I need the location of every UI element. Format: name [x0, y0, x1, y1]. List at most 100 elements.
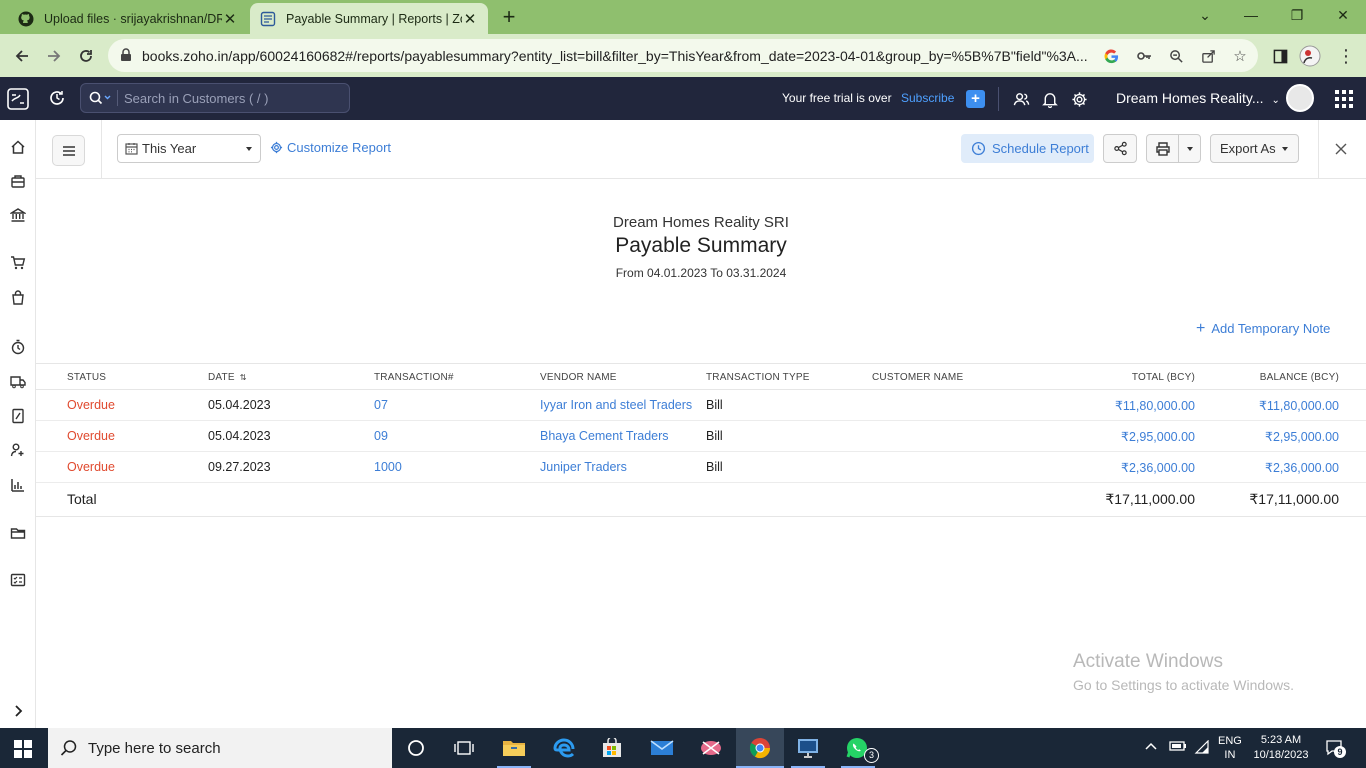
home-icon[interactable]: [8, 137, 28, 157]
activate-windows-watermark: Activate Windows Go to Settings to activ…: [1073, 651, 1294, 693]
global-search[interactable]: [80, 83, 350, 113]
windows-taskbar: Type here to search 3 ENG IN 5:23 AM 10/…: [0, 728, 1366, 768]
minimize-icon[interactable]: —: [1236, 4, 1266, 26]
column-header-total: TOTAL (BCY): [1131, 372, 1195, 383]
total-link[interactable]: ₹2,95,000.00: [1121, 429, 1195, 444]
add-temporary-note-button[interactable]: + Add Temporary Note: [1196, 321, 1330, 337]
wifi-icon[interactable]: [1194, 739, 1210, 757]
calendar-icon: [125, 142, 138, 158]
time-tracking-icon[interactable]: [8, 337, 28, 357]
balance-link[interactable]: ₹2,36,000.00: [1265, 460, 1339, 475]
back-arrow-icon[interactable]: [10, 44, 34, 68]
column-header-transaction: TRANSACTION#: [374, 372, 454, 383]
caret-down-icon[interactable]: [1187, 147, 1193, 151]
close-icon[interactable]: [1334, 142, 1350, 158]
bookmark-star-icon[interactable]: ☆: [1230, 46, 1250, 66]
browser-tab-payable-summary[interactable]: Payable Summary | Reports | Zoho ✕: [250, 3, 488, 34]
purchases-bag-icon[interactable]: [8, 288, 28, 308]
vendor-link[interactable]: Iyyar Iron and steel Traders: [540, 398, 692, 412]
cortana-icon[interactable]: [402, 734, 430, 762]
avatar[interactable]: [1286, 84, 1314, 112]
snipping-tool-icon[interactable]: [697, 734, 725, 762]
share-button[interactable]: [1103, 134, 1137, 163]
users-icon[interactable]: [1011, 89, 1031, 109]
caret-down-icon: [1282, 147, 1288, 151]
column-header-vendor: VENDOR NAME: [540, 372, 617, 383]
browser-tab-github[interactable]: Upload files · srijayakrishnan/DR ✕: [8, 3, 248, 34]
transaction-link[interactable]: 09: [374, 429, 388, 443]
share-page-icon[interactable]: [1198, 46, 1218, 66]
vendor-link[interactable]: Bhaya Cement Traders: [540, 429, 669, 443]
remote-desktop-icon[interactable]: [794, 734, 822, 762]
documents-folder-icon[interactable]: [8, 523, 28, 543]
date-range-dropdown[interactable]: This Year: [117, 134, 261, 163]
gear-icon: [270, 141, 283, 154]
file-explorer-icon[interactable]: [500, 734, 528, 762]
print-button[interactable]: [1146, 134, 1201, 163]
side-panel-icon[interactable]: [1268, 44, 1292, 68]
gear-icon[interactable]: [1069, 89, 1089, 109]
close-icon[interactable]: ✕: [462, 10, 478, 28]
organization-switcher[interactable]: Dream Homes Reality... ⌄: [1116, 90, 1280, 106]
chevron-down-icon[interactable]: ⌄: [1190, 4, 1220, 26]
battery-icon[interactable]: [1169, 740, 1187, 755]
zoho-books-logo-icon[interactable]: [6, 87, 30, 111]
accountant-icon[interactable]: [8, 440, 28, 460]
url-bar[interactable]: books.zoho.in/app/60024160682#/reports/p…: [108, 39, 1258, 72]
subscribe-link[interactable]: Subscribe: [901, 91, 954, 105]
notification-center-icon[interactable]: 9: [1325, 739, 1346, 758]
column-header-date[interactable]: DATE ⇅: [208, 372, 247, 383]
chevron-up-icon[interactable]: [1145, 740, 1157, 754]
clock-icon: [971, 141, 986, 156]
transaction-link[interactable]: 07: [374, 398, 388, 412]
chevron-right-icon[interactable]: [10, 703, 26, 719]
microsoft-store-icon[interactable]: [598, 734, 626, 762]
app-grid-icon[interactable]: [1335, 90, 1353, 108]
vendor-link[interactable]: Juniper Traders: [540, 460, 627, 474]
config-checklist-icon[interactable]: [8, 570, 28, 590]
mail-icon[interactable]: [648, 734, 676, 762]
bell-icon[interactable]: [1040, 89, 1060, 109]
eway-bill-truck-icon[interactable]: [8, 372, 28, 392]
quick-create-button[interactable]: +: [966, 90, 985, 108]
system-clock[interactable]: 5:23 AM 10/18/2023: [1249, 733, 1313, 763]
reports-chart-icon[interactable]: [8, 475, 28, 495]
restore-icon[interactable]: ❐: [1282, 4, 1312, 26]
transaction-link[interactable]: 1000: [374, 460, 402, 474]
total-link[interactable]: ₹11,80,000.00: [1115, 398, 1195, 413]
zoom-icon[interactable]: [1166, 46, 1186, 66]
recent-activity-icon[interactable]: [48, 89, 68, 109]
gst-filing-icon[interactable]: [8, 406, 28, 426]
balance-link[interactable]: ₹11,80,000.00: [1259, 398, 1339, 413]
sales-cart-icon[interactable]: [8, 253, 28, 273]
balance-link[interactable]: ₹2,95,000.00: [1265, 429, 1339, 444]
new-tab-icon[interactable]: +: [498, 6, 520, 28]
search-input[interactable]: [124, 88, 344, 108]
more-menu-icon[interactable]: ⋮: [1334, 44, 1358, 68]
task-view-icon[interactable]: [450, 734, 478, 762]
profile-avatar-icon[interactable]: [1298, 44, 1322, 68]
schedule-report-button[interactable]: Schedule Report: [961, 134, 1094, 163]
customize-report-button[interactable]: Customize Report: [270, 140, 391, 155]
taskbar-search[interactable]: Type here to search: [48, 728, 392, 768]
reload-icon[interactable]: [74, 44, 98, 68]
window-close-icon[interactable]: ✕: [1328, 4, 1358, 26]
menu-icon[interactable]: [52, 135, 85, 166]
google-icon[interactable]: [1101, 46, 1121, 66]
export-as-dropdown[interactable]: Export As: [1210, 134, 1299, 163]
date-cell: 05.04.2023: [208, 398, 271, 412]
chrome-icon[interactable]: [746, 734, 774, 762]
total-link[interactable]: ₹2,36,000.00: [1121, 460, 1195, 475]
banking-icon[interactable]: [8, 205, 28, 225]
key-icon[interactable]: [1134, 46, 1154, 66]
payable-summary-table: STATUS DATE ⇅ TRANSACTION# VENDOR NAME T…: [36, 363, 1366, 517]
total-amount: ₹17,11,000.00: [1105, 491, 1195, 507]
input-language[interactable]: ENG IN: [1218, 734, 1242, 762]
report-date-range: From 04.01.2023 To 03.31.2024: [615, 266, 787, 280]
windows-start-icon[interactable]: [14, 740, 32, 758]
forward-arrow-icon[interactable]: [42, 44, 66, 68]
close-icon[interactable]: ✕: [222, 10, 238, 28]
search-icon[interactable]: [89, 91, 111, 108]
items-icon[interactable]: [8, 171, 28, 191]
edge-browser-icon[interactable]: [550, 734, 578, 762]
